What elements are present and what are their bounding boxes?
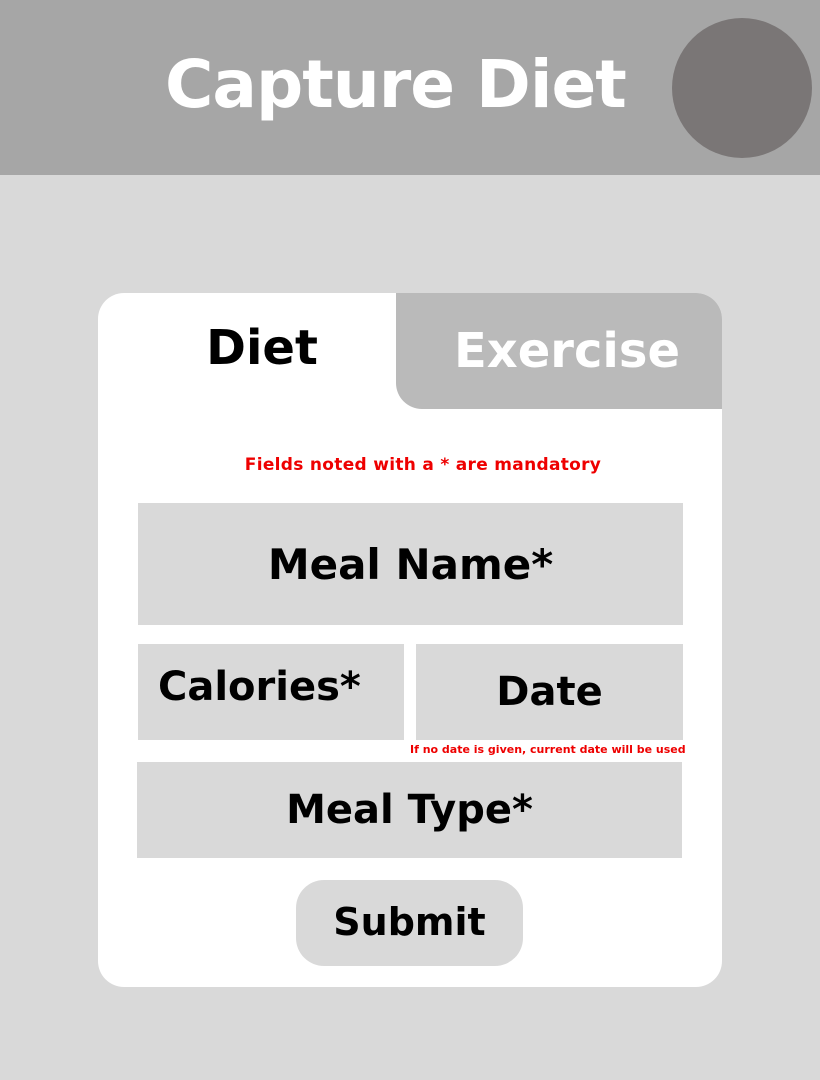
submit-button[interactable]: Submit [296, 880, 523, 966]
mandatory-fields-note: Fields noted with a * are mandatory [244, 455, 602, 475]
calories-placeholder: Calories* [158, 664, 361, 710]
meal-type-placeholder: Meal Type* [286, 787, 533, 833]
date-hint-text: If no date is given, current date will b… [410, 743, 686, 756]
calories-field[interactable]: Calories* [138, 644, 404, 740]
tab-exercise[interactable]: Exercise [396, 293, 722, 409]
tab-diet-label: Diet [206, 320, 318, 376]
capture-form-card: Diet Exercise Fields noted with a * are … [98, 293, 722, 987]
meal-type-field[interactable]: Meal Type* [137, 762, 682, 858]
meal-name-placeholder: Meal Name* [267, 539, 554, 589]
tab-exercise-label: Exercise [453, 323, 680, 379]
date-field[interactable]: Date [416, 644, 683, 740]
app-header: Capture Diet [0, 0, 820, 175]
submit-button-label: Submit [333, 900, 486, 944]
avatar[interactable] [672, 18, 812, 158]
meal-name-field[interactable]: Meal Name* [138, 503, 683, 625]
page-title: Capture Diet [165, 46, 627, 123]
tab-diet[interactable]: Diet [98, 293, 396, 409]
date-placeholder: Date [496, 669, 603, 715]
